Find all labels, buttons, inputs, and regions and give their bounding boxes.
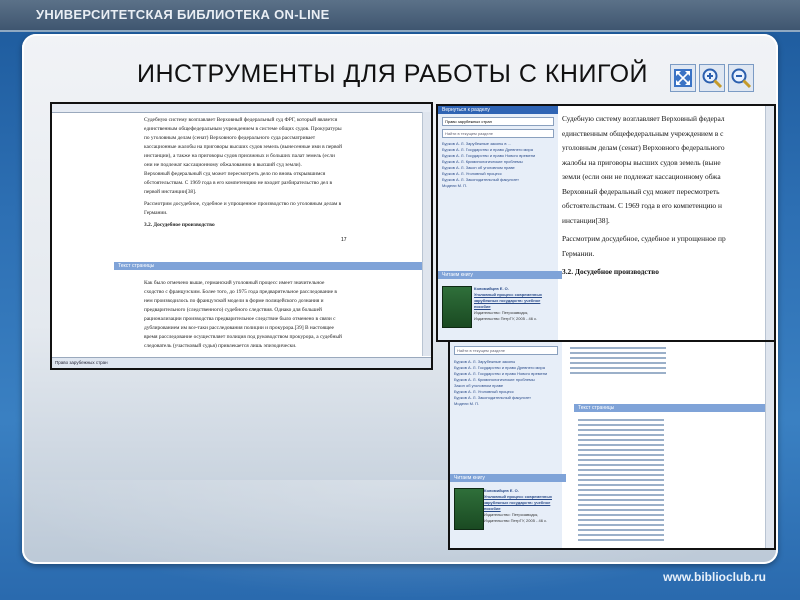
- reader-screenshot-1: Судебную систему возглавляет Верховный ф…: [50, 102, 433, 370]
- search-input[interactable]: Найти в текущем разделе: [442, 129, 554, 138]
- text-line: земли (если они не подлежат кассационном…: [562, 172, 721, 181]
- tool-icons: [670, 64, 754, 92]
- book-cover: [442, 286, 472, 328]
- text-line: [578, 459, 664, 461]
- book-title-link[interactable]: Уголовный процесс современных зарубежных…: [474, 292, 554, 310]
- text-line: [578, 424, 664, 426]
- text-line: [578, 539, 664, 541]
- text-line: Верховный федеральный суд может пересмот…: [562, 186, 720, 196]
- text-line: [578, 534, 664, 536]
- page-thumbnail: [578, 416, 664, 544]
- reader-screenshot-2: Вернуться к разделу Право зарубежных стр…: [436, 104, 776, 342]
- text-line: [570, 367, 666, 369]
- reader-screenshot-3: Найти в текущем разделе Бурков А. Л. Зар…: [448, 340, 776, 550]
- text-line: [570, 352, 666, 354]
- text-line: [570, 372, 666, 374]
- text-line: [578, 489, 664, 491]
- text-line: единственным общефедеральным учреждением…: [562, 128, 724, 138]
- book-info: Коломийцев Е. О. Уголовный процесс совре…: [474, 286, 554, 322]
- book-title-link[interactable]: Уголовный процесс современных зарубежных…: [484, 494, 558, 512]
- paragraph: Судебную систему возглавляет Верховный ф…: [144, 117, 343, 168]
- book-meta: Издательство: Петрозаводск, Издательство…: [484, 512, 548, 523]
- book-info: Коломийцев Е. О. Уголовный процесс совре…: [484, 488, 558, 524]
- vertical-scrollbar[interactable]: [765, 342, 774, 548]
- book-list: Бурков А. Л. Зарубежные законы в ... Бур…: [442, 141, 554, 189]
- vertical-scrollbar[interactable]: [765, 106, 774, 340]
- text-line: уголовным делам (сенат) Верховного федер…: [562, 143, 725, 152]
- page-header: Текст страницы: [574, 404, 768, 412]
- left-panel-title: Вернуться к разделу: [438, 106, 558, 114]
- status-bar: Право зарубежных стран: [52, 357, 431, 368]
- text-line: [578, 494, 664, 496]
- text-line: [578, 429, 664, 431]
- vertical-scrollbar[interactable]: [422, 112, 431, 356]
- text-line: [570, 357, 666, 359]
- site-url[interactable]: www.biblioclub.ru: [663, 570, 766, 584]
- text-line: [578, 524, 664, 526]
- list-item[interactable]: Модели М. П.: [454, 401, 558, 407]
- book-list: Бурков А. Л. Зарубежные законы Бурков А.…: [454, 359, 558, 407]
- text-line: [570, 347, 666, 349]
- paragraph: Рассмотрим досудебное, судебное и упроще…: [144, 201, 342, 216]
- list-item[interactable]: Модели М. П.: [442, 183, 554, 189]
- text-line: [578, 419, 664, 421]
- miniature-page: [570, 344, 666, 392]
- book-cover: [454, 488, 484, 530]
- text-line: Рассмотрим досудебное, судебное и упроще…: [562, 234, 726, 243]
- text-line: [578, 484, 664, 486]
- paragraph: Как было отмечено выше, германский уголо…: [144, 280, 342, 349]
- page-number: 17: [341, 237, 347, 243]
- fit-page-icon[interactable]: [670, 64, 696, 92]
- text-line: [578, 449, 664, 451]
- text-line: [578, 499, 664, 501]
- slide-title: ИНСТРУМЕНТЫ ДЛЯ РАБОТЫ С КНИГОЙ: [137, 60, 648, 88]
- text-line: [578, 474, 664, 476]
- text-line: [578, 434, 664, 436]
- left-panel: Вернуться к разделу Право зарубежных стр…: [438, 106, 562, 340]
- section-heading: 3.2. Досудебное производство: [562, 267, 659, 276]
- text-line: [578, 509, 664, 511]
- zoom-out-icon[interactable]: [728, 64, 754, 92]
- text-line: [578, 439, 664, 441]
- page-text-block: Судебную систему возглавляет Верховный ф…: [144, 116, 344, 230]
- book-meta: Издательство: Петрозаводск, Издательство…: [474, 310, 538, 321]
- text-line: [578, 444, 664, 446]
- text-line: Судебную систему возглавляет Верховный ф…: [562, 114, 725, 123]
- reader-toolbar: [52, 104, 431, 113]
- text-line: обстоятельствам. С 1969 года в его компе…: [562, 201, 722, 210]
- section-select[interactable]: Право зарубежных стран: [442, 117, 554, 126]
- text-line: [570, 362, 666, 364]
- text-line: жалобы на приговоры высших судов земель …: [562, 157, 721, 167]
- section-heading: 3.2. Досудебное производство: [144, 222, 215, 228]
- zoomed-text: Судебную систему возглавляет Верховный ф…: [562, 112, 766, 280]
- text-line: Германии.: [562, 248, 595, 258]
- text-line: [578, 529, 664, 531]
- text-line: [578, 504, 664, 506]
- paragraph: Верховный федеральный суд может пересмот…: [144, 171, 333, 195]
- text-line: [578, 454, 664, 456]
- zoom-in-icon[interactable]: [699, 64, 725, 92]
- search-input[interactable]: Найти в текущем разделе: [454, 346, 558, 355]
- brand-title: УНИВЕРСИТЕТСКАЯ БИБЛИОТЕКА ON-LINE: [36, 7, 330, 22]
- text-line: [578, 519, 664, 521]
- top-banner: УНИВЕРСИТЕТСКАЯ БИБЛИОТЕКА ON-LINE: [0, 0, 800, 32]
- left-panel: Найти в текущем разделе Бурков А. Л. Зар…: [450, 342, 566, 548]
- text-line: [578, 464, 664, 466]
- section-header: Текст страницы: [114, 262, 424, 270]
- page-text-block-2: Как было отмечено выше, германский уголо…: [144, 279, 344, 351]
- text-line: [578, 479, 664, 481]
- text-line: [578, 514, 664, 516]
- book-label: Читаем книгу: [450, 474, 566, 482]
- text-line: инстанции[38].: [562, 215, 610, 225]
- text-line: [578, 469, 664, 471]
- book-label: Читаем книгу: [438, 271, 562, 279]
